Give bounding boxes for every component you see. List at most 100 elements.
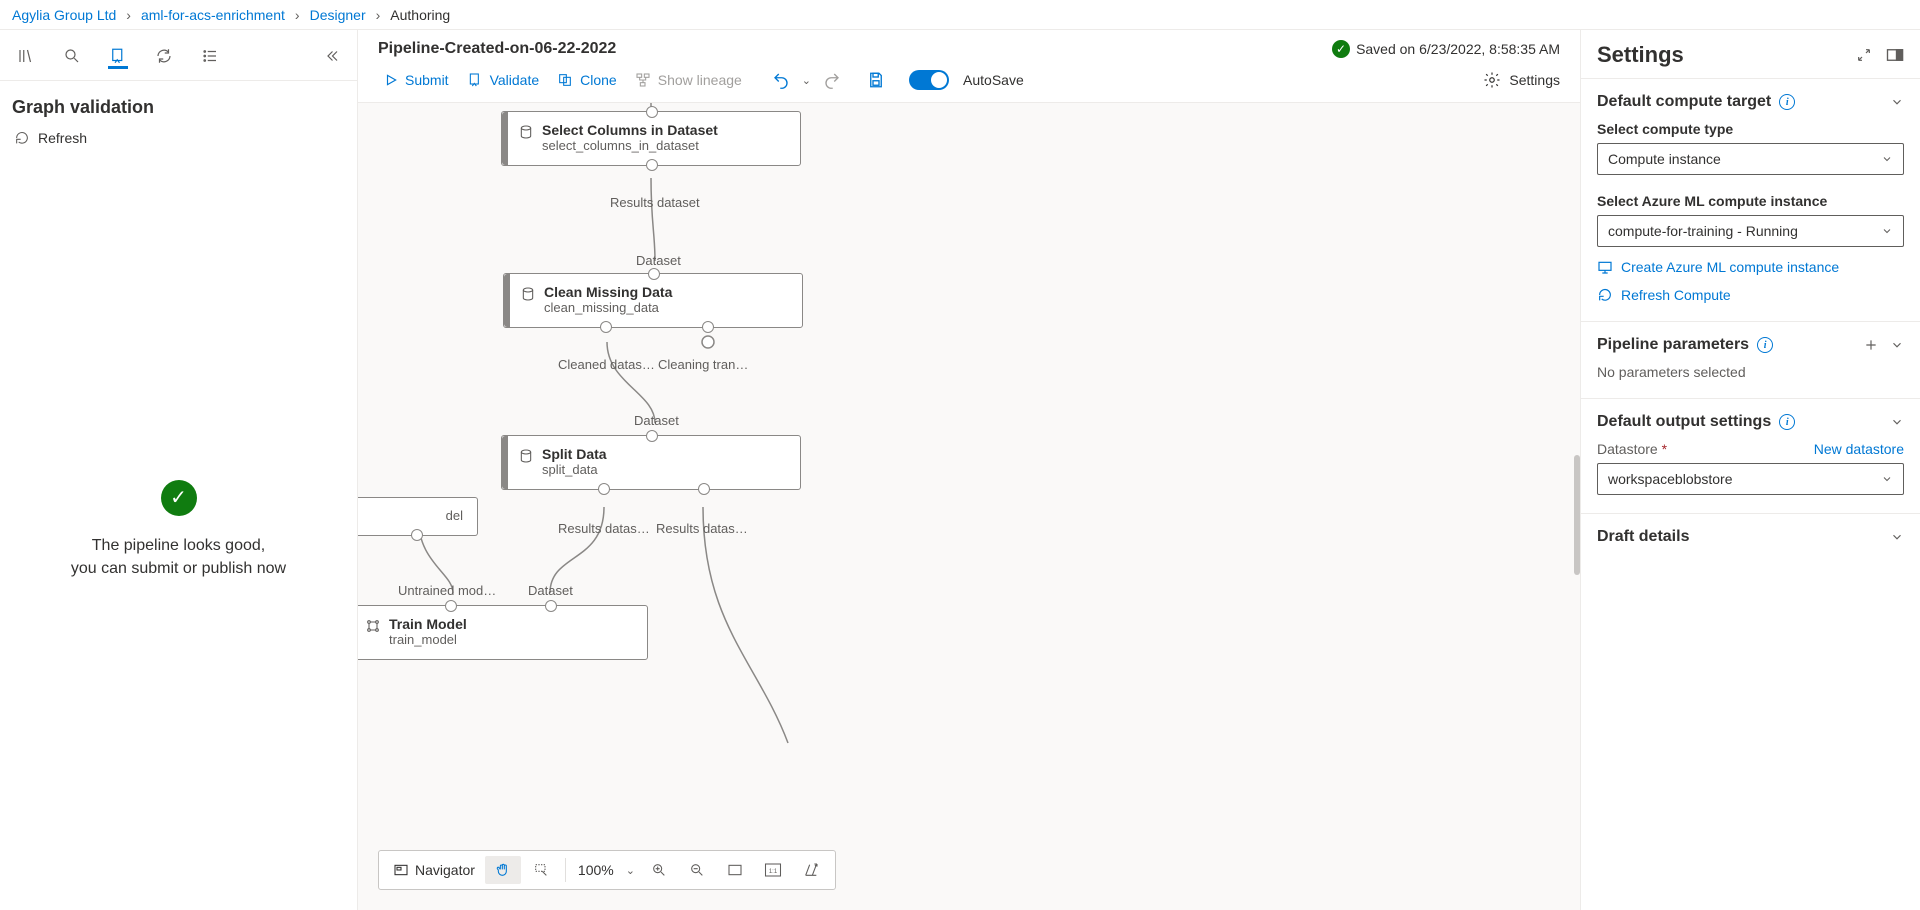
node-partial-left[interactable]: del [358, 497, 478, 536]
clone-button[interactable]: Clone [551, 68, 623, 92]
port-label: Results datas… [656, 521, 748, 536]
actual-size-button[interactable]: 1:1 [755, 856, 791, 884]
breadcrumb: Agylia Group Ltd › aml-for-acs-enrichmen… [0, 0, 1920, 30]
left-panel: Graph validation Refresh ✓ The pipeline … [0, 30, 358, 910]
zoom-in-button[interactable] [641, 856, 677, 884]
validation-line2: you can submit or publish now [71, 560, 286, 577]
validate-button[interactable]: Validate [461, 68, 546, 92]
port-label: Cleaned datas… [558, 357, 655, 372]
chevron-right-icon: › [376, 7, 381, 23]
pan-tool[interactable] [485, 856, 521, 884]
port-label: Results dataset [610, 195, 700, 210]
datastore-label: Datastore [1597, 441, 1667, 457]
breadcrumb-designer[interactable]: Designer [310, 7, 366, 23]
node-subtitle: select_columns_in_dataset [542, 138, 718, 153]
node-subtitle: split_data [542, 462, 607, 477]
node-title: Train Model [389, 616, 467, 632]
check-circle-icon: ✓ [1332, 40, 1350, 58]
refresh-compute-link[interactable]: Refresh Compute [1597, 287, 1904, 303]
list-icon[interactable] [198, 44, 222, 68]
auto-layout-button[interactable] [793, 856, 829, 884]
canvas-bottom-toolbar: Navigator 100% ⌄ 1:1 [378, 850, 836, 890]
submit-button[interactable]: Submit [378, 68, 455, 92]
zoom-out-icon [687, 860, 707, 880]
navigator-button[interactable]: Navigator [385, 858, 483, 882]
compute-instance-select[interactable]: compute-for-training - Running [1597, 215, 1904, 247]
svg-text:1:1: 1:1 [769, 869, 778, 875]
port-label: Dataset [634, 413, 679, 428]
toolbar: Submit Validate Clone Show lineage ⌄ [358, 64, 1580, 103]
autosave-toggle[interactable] [909, 70, 949, 90]
select-tool[interactable] [523, 856, 559, 884]
chevron-down-icon[interactable] [1890, 338, 1904, 352]
zoom-in-icon [649, 860, 669, 880]
info-icon[interactable]: i [1779, 414, 1795, 430]
node-subtitle: train_model [389, 632, 467, 647]
saved-text: Saved on 6/23/2022, 8:58:35 AM [1356, 41, 1560, 57]
chevron-down-icon[interactable] [1890, 95, 1904, 109]
node-clean-missing-data[interactable]: Clean Missing Data clean_missing_data [503, 273, 803, 328]
node-subtitle: del [358, 508, 463, 523]
node-title: Select Columns in Dataset [542, 122, 718, 138]
create-compute-link[interactable]: Create Azure ML compute instance [1597, 259, 1904, 275]
saved-indicator: ✓ Saved on 6/23/2022, 8:58:35 AM [1332, 40, 1560, 58]
node-subtitle: clean_missing_data [544, 300, 672, 315]
compute-instance-label: Select Azure ML compute instance [1597, 193, 1904, 209]
hand-icon [493, 860, 513, 880]
refresh-validation-button[interactable]: Refresh [0, 126, 357, 150]
node-train-model[interactable]: Train Model train_model [358, 605, 648, 660]
info-icon[interactable]: i [1757, 337, 1773, 353]
save-button[interactable] [865, 69, 887, 91]
chevron-right-icon: › [295, 7, 300, 23]
library-icon[interactable] [14, 44, 38, 68]
compute-type-select[interactable]: Compute instance [1597, 143, 1904, 175]
fit-screen-button[interactable] [717, 856, 753, 884]
chevron-down-icon[interactable] [1890, 415, 1904, 429]
canvas-scrollbar[interactable] [1574, 455, 1580, 575]
breadcrumb-org[interactable]: Agylia Group Ltd [12, 7, 116, 23]
info-icon[interactable]: i [1779, 94, 1795, 110]
expand-icon[interactable] [1856, 47, 1872, 63]
dock-right-icon[interactable] [1886, 47, 1904, 63]
refresh-all-icon[interactable] [152, 44, 176, 68]
dataset-icon [520, 286, 536, 302]
fit-screen-icon [725, 860, 745, 880]
graph-validation-heading: Graph validation [0, 81, 357, 126]
zoom-out-button[interactable] [679, 856, 715, 884]
breadcrumb-current: Authoring [390, 7, 450, 23]
new-datastore-link[interactable]: New datastore [1814, 441, 1904, 457]
chevron-down-icon[interactable] [1890, 530, 1904, 544]
dataset-icon [518, 124, 534, 140]
validate-icon[interactable] [106, 44, 130, 68]
open-settings-button[interactable]: Settings [1483, 71, 1560, 89]
node-title: Split Data [542, 446, 607, 462]
zoom-dropdown[interactable]: ⌄ [626, 864, 635, 877]
undo-history-dropdown[interactable]: ⌄ [802, 74, 811, 87]
pipeline-canvas[interactable]: Select Columns in Dataset select_columns… [358, 103, 1580, 910]
chevron-right-icon: › [126, 7, 131, 23]
node-split-data[interactable]: Split Data split_data [501, 435, 801, 490]
redo-button [821, 69, 843, 91]
datastore-select[interactable]: workspaceblobstore [1597, 463, 1904, 495]
settings-panel: Settings Default compute target i Select… [1580, 30, 1920, 910]
add-parameter-button[interactable] [1864, 338, 1878, 352]
breadcrumb-workspace[interactable]: aml-for-acs-enrichment [141, 7, 285, 23]
one-to-one-icon: 1:1 [763, 860, 783, 880]
zoom-level: 100% [572, 862, 620, 878]
check-circle-icon: ✓ [161, 480, 197, 516]
settings-heading: Settings [1597, 42, 1684, 68]
node-select-columns[interactable]: Select Columns in Dataset select_columns… [501, 111, 801, 166]
port-label: Cleaning tran… [658, 357, 748, 372]
pipeline-title[interactable]: Pipeline-Created-on-06-22-2022 [378, 40, 616, 58]
collapse-panel-icon[interactable] [319, 44, 343, 68]
undo-button[interactable] [770, 69, 792, 91]
port-label: Results datas… [558, 521, 650, 536]
port-label: Dataset [528, 583, 573, 598]
section-draft-title: Draft details [1597, 528, 1689, 546]
section-compute-title: Default compute target [1597, 93, 1771, 111]
validation-result: ✓ The pipeline looks good,you can submit… [0, 150, 357, 910]
search-icon[interactable] [60, 44, 84, 68]
cursor-icon [531, 860, 551, 880]
port-label: Untrained mod… [398, 583, 496, 598]
compute-type-label: Select compute type [1597, 121, 1904, 137]
